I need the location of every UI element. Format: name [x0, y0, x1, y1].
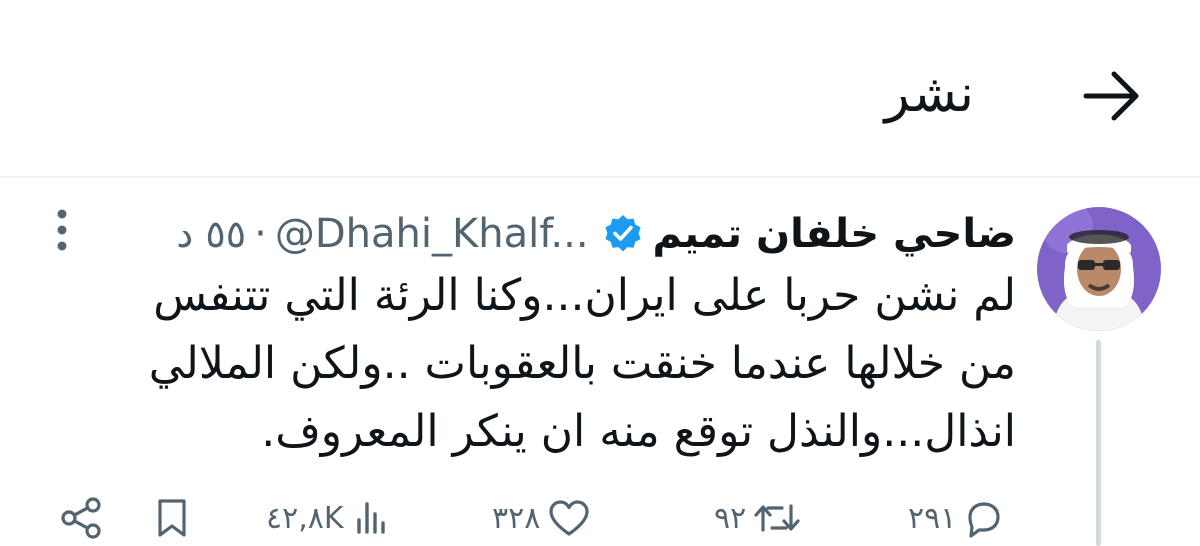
heart-icon: [549, 500, 589, 536]
reply-button[interactable]: ٢٩١: [908, 490, 1006, 546]
analytics-icon: [356, 502, 385, 534]
views-button[interactable]: ٤٢,٨K: [266, 490, 394, 546]
bookmark-icon: [158, 499, 186, 537]
page-title: نشر: [884, 64, 974, 124]
tweet-actions: ٢٩١ ٩٢ ٣٢٨ ٤٢,٨K: [0, 490, 1200, 546]
back-button[interactable]: [1078, 62, 1146, 130]
like-button[interactable]: ٣٢٨: [492, 490, 592, 546]
avatar[interactable]: [1037, 207, 1161, 331]
retweet-icon: [754, 504, 800, 532]
more-options-button[interactable]: [40, 206, 84, 254]
header-divider: [0, 176, 1200, 178]
reply-icon: [968, 502, 1000, 538]
share-icon: [61, 497, 101, 539]
retweet-button[interactable]: ٩٢: [714, 490, 802, 546]
separator-dot: ·: [254, 211, 267, 257]
author-handle[interactable]: @Dhahi_Khalf...: [275, 211, 589, 257]
avatar-image: [1037, 207, 1161, 331]
like-count: ٣٢٨: [492, 500, 541, 536]
author-name[interactable]: ضاحي خلفان تميم: [653, 211, 1016, 257]
tweet-time[interactable]: ٥٥ د: [176, 212, 246, 256]
share-button[interactable]: [58, 490, 106, 546]
reply-count: ٢٩١: [908, 500, 957, 536]
retweet-count: ٩٢: [714, 500, 747, 536]
tweet-text: لم نشن حربا على ايران...وكنا الرئة التي …: [148, 270, 1016, 457]
header: نشر: [0, 0, 1200, 176]
bookmark-button[interactable]: [150, 490, 194, 546]
verified-badge-icon: [604, 215, 641, 252]
views-count: ٤٢,٨K: [266, 500, 344, 536]
tweet-header: ضاحي خلفان تميم @Dhahi_Khalf... · ٥٥ د: [176, 204, 1016, 264]
arrow-right-icon: [1083, 71, 1139, 121]
more-vertical-icon: [57, 209, 67, 251]
